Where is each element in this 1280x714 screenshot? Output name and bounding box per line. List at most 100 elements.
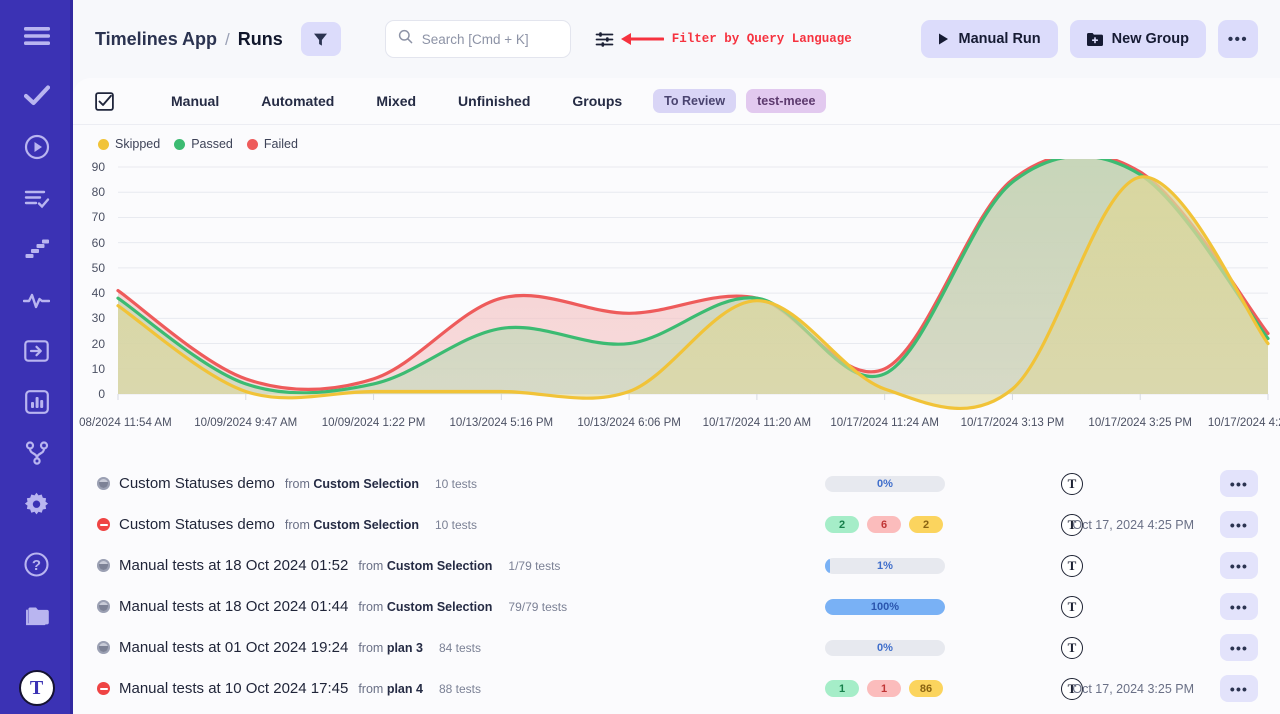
run-test-count: 84 tests [439, 641, 481, 655]
table-row[interactable]: Custom Statuses demofrom Custom Selectio… [73, 463, 1280, 504]
topbar-actions: Manual Run New Group ••• [921, 20, 1258, 58]
table-row[interactable]: Manual tests at 18 Oct 2024 01:52 from Cu… [73, 545, 1280, 586]
progress-bar: 100% [825, 599, 945, 615]
run-source: from Custom Selection [358, 600, 492, 614]
git-branch-icon[interactable] [17, 433, 57, 473]
run-source-prefix: from [358, 641, 386, 655]
new-group-button[interactable]: New Group [1070, 20, 1206, 58]
annotation-label: Filter by Query Language [672, 32, 852, 46]
checkbox-list-icon[interactable] [95, 92, 114, 111]
status-badges: 262 [825, 516, 943, 533]
run-source-prefix: from [358, 559, 386, 573]
runs-list: Custom Statuses demo from Custom Selectio… [73, 463, 1280, 714]
legend-item-passed[interactable]: Passed [174, 137, 233, 151]
row-more-button[interactable]: ••• [1220, 552, 1258, 579]
pill-to-review[interactable]: To Review [653, 89, 736, 113]
avatar-cell: T [1061, 473, 1083, 495]
legend-item-failed[interactable]: Failed [247, 137, 298, 151]
table-row[interactable]: Manual tests at 18 Oct 2024 01:44 from Cu… [73, 586, 1280, 627]
status-failed-icon [97, 518, 110, 531]
row-more-button[interactable]: ••• [1220, 470, 1258, 497]
run-source: from Custom Selection [358, 559, 492, 573]
avatar[interactable]: T [1061, 473, 1083, 495]
chart-x-tick: 08/2024 11:54 AM [79, 417, 171, 429]
manual-run-button[interactable]: Manual Run [921, 20, 1057, 58]
table-row[interactable]: Custom Statuses demofrom Custom Selectio… [73, 504, 1280, 545]
list-check-icon[interactable] [17, 178, 57, 218]
help-circle-icon[interactable]: ? [17, 544, 57, 584]
run-title[interactable]: Manual tests at 18 Oct 2024 01:52 [119, 557, 348, 574]
play-circle-icon[interactable] [17, 127, 57, 167]
run-source-prefix: from [285, 518, 313, 532]
tab-automated[interactable]: Automated [240, 93, 355, 109]
pill-test-meee[interactable]: test-meee [746, 89, 826, 113]
row-more-button[interactable]: ••• [1220, 511, 1258, 538]
stairs-icon[interactable] [17, 229, 57, 269]
run-title[interactable]: Manual tests at 10 Oct 2024 17:45 [119, 680, 348, 697]
row-more-button[interactable]: ••• [1220, 634, 1258, 661]
status-badge: 6 [867, 516, 901, 533]
sliders-icon[interactable] [595, 30, 614, 49]
row-more-button[interactable]: ••• [1220, 593, 1258, 620]
avatar[interactable]: T [1061, 637, 1083, 659]
row-status [97, 600, 119, 613]
import-icon[interactable] [17, 331, 57, 371]
progress-bar-label: 100% [825, 599, 945, 615]
avatar-cell: T [1061, 637, 1083, 659]
tab-mixed[interactable]: Mixed [355, 93, 437, 109]
tab-unfinished[interactable]: Unfinished [437, 93, 551, 109]
app-logo[interactable]: T [19, 670, 55, 706]
bar-chart-icon[interactable] [17, 382, 57, 422]
avatar-cell: T [1061, 596, 1083, 618]
run-source-value: Custom Selection [313, 477, 419, 491]
avatar[interactable]: T [1061, 596, 1083, 618]
chart-x-tick: 10/09/2024 1:22 PM [322, 417, 426, 429]
chart-x-tick: 10/13/2024 6:06 PM [577, 417, 681, 429]
run-title[interactable]: Manual tests at 01 Oct 2024 19:24 [119, 639, 348, 656]
chart-x-tick: 10/17/2024 3:25 PM [1088, 417, 1192, 429]
chart-y-axis: 0102030405060708090 [73, 159, 1280, 434]
legend-dot-failed [247, 139, 258, 150]
run-title[interactable]: Custom Statuses demo [119, 516, 275, 533]
table-row[interactable]: Manual tests at 01 Oct 2024 19:24from pl… [73, 627, 1280, 668]
run-source-prefix: from [358, 600, 386, 614]
activity-icon[interactable] [17, 280, 57, 320]
run-test-count: 10 tests [435, 477, 477, 491]
legend-item-skipped[interactable]: Skipped [98, 137, 160, 151]
new-group-label: New Group [1112, 31, 1189, 47]
breadcrumb-separator: / [225, 30, 230, 50]
row-menu-cell: ••• [1220, 593, 1258, 620]
row-menu-cell: ••• [1220, 675, 1258, 702]
chart-y-tick: 0 [79, 387, 105, 401]
row-more-label: ••• [1230, 518, 1248, 532]
row-more-label: ••• [1230, 641, 1248, 655]
chart-y-tick: 90 [79, 160, 105, 174]
row-more-button[interactable]: ••• [1220, 675, 1258, 702]
run-title[interactable]: Manual tests at 18 Oct 2024 01:44 [119, 598, 348, 615]
checkmark-icon[interactable] [17, 76, 57, 116]
run-source-value: plan 4 [387, 682, 423, 696]
run-test-count: 88 tests [439, 682, 481, 696]
search-icon [398, 29, 413, 49]
avatar[interactable]: T [1061, 555, 1083, 577]
tab-manual[interactable]: Manual [150, 93, 240, 109]
run-title[interactable]: Custom Statuses demo [119, 475, 275, 492]
menu-icon[interactable] [17, 16, 57, 56]
chart-y-tick: 40 [79, 286, 105, 300]
content-card: Manual Automated Mixed Unfinished Groups… [73, 78, 1280, 714]
chart-x-tick: 10/17/2024 11:24 AM [830, 417, 939, 429]
row-menu-cell: ••• [1220, 552, 1258, 579]
breadcrumb-app[interactable]: Timelines App [95, 29, 217, 50]
gear-icon[interactable] [17, 484, 57, 524]
tab-groups[interactable]: Groups [551, 93, 643, 109]
folder-icon[interactable] [17, 595, 57, 635]
table-row[interactable]: Manual tests at 10 Oct 2024 17:45from pl… [73, 668, 1280, 709]
search-input[interactable] [422, 32, 558, 47]
row-status [97, 518, 119, 531]
manual-run-label: Manual Run [958, 31, 1040, 47]
more-options-button[interactable]: ••• [1218, 20, 1258, 58]
search-box[interactable] [363, 20, 571, 58]
chart-y-tick: 80 [79, 185, 105, 199]
row-more-label: ••• [1230, 600, 1248, 614]
funnel-icon[interactable] [301, 22, 341, 56]
